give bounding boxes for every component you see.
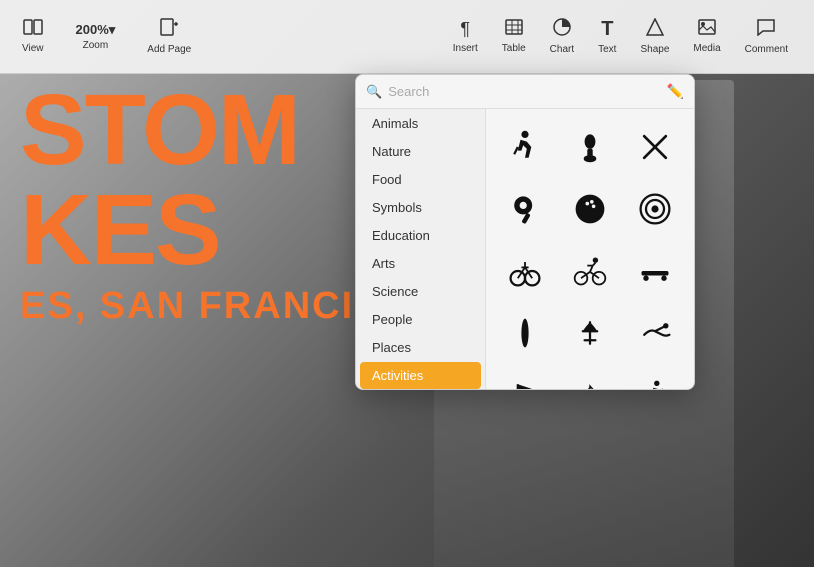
- text-label: Text: [598, 44, 616, 55]
- category-item-arts[interactable]: Arts: [360, 250, 481, 277]
- category-item-nature[interactable]: Nature: [360, 138, 481, 165]
- icon-ping-pong[interactable]: [494, 179, 557, 239]
- shape-label: Shape: [640, 44, 669, 55]
- chart-label: Chart: [550, 44, 574, 55]
- category-item-places[interactable]: Places: [360, 334, 481, 361]
- popup-body: AnimalsNatureFoodSymbolsEducationArtsSci…: [356, 109, 694, 389]
- zoom-button[interactable]: 200%▾ Zoom: [70, 18, 122, 55]
- media-button[interactable]: Media: [683, 15, 730, 58]
- zoom-label: Zoom: [83, 40, 109, 51]
- popup-search-bar: 🔍 ✏️: [356, 75, 694, 109]
- category-item-symbols[interactable]: Symbols: [360, 194, 481, 221]
- shape-icon: [646, 18, 664, 41]
- media-icon: [698, 19, 716, 40]
- toolbar-left: View 200%▾ Zoom Add Page: [16, 14, 197, 59]
- icon-skateboard[interactable]: [623, 241, 686, 301]
- icon-cycling-figure[interactable]: [559, 241, 622, 301]
- text-icon: T: [601, 18, 613, 41]
- icon-bicycle[interactable]: [494, 241, 557, 301]
- view-label: View: [22, 43, 44, 54]
- search-icon: 🔍: [366, 84, 382, 100]
- insert-button[interactable]: ¶ Insert: [443, 15, 488, 58]
- icon-bowling-ball[interactable]: [559, 179, 622, 239]
- icon-surfboard[interactable]: [494, 303, 557, 363]
- icon-crossed[interactable]: [623, 117, 686, 177]
- media-label: Media: [693, 43, 720, 54]
- pencil-icon[interactable]: ✏️: [667, 83, 684, 100]
- add-page-icon: [159, 18, 179, 41]
- shape-picker-popup: 🔍 ✏️ AnimalsNatureFoodSymbolsEducationAr…: [355, 74, 695, 390]
- insert-icon: ¶: [460, 19, 470, 40]
- category-item-education[interactable]: Education: [360, 222, 481, 249]
- icon-hiking[interactable]: [623, 365, 686, 389]
- toolbar: View 200%▾ Zoom Add Page ¶ Insert: [0, 0, 814, 74]
- icon-target[interactable]: [623, 179, 686, 239]
- category-item-food[interactable]: Food: [360, 166, 481, 193]
- zoom-value: 200%▾: [76, 22, 116, 38]
- icon-sailboat[interactable]: [559, 365, 622, 389]
- search-input[interactable]: [388, 84, 660, 99]
- icon-running[interactable]: [494, 117, 557, 177]
- shape-button[interactable]: Shape: [630, 14, 679, 59]
- comment-button[interactable]: Comment: [735, 15, 798, 59]
- view-button[interactable]: View: [16, 15, 50, 58]
- chart-icon: [553, 18, 571, 41]
- text-button[interactable]: T Text: [588, 14, 626, 59]
- chart-button[interactable]: Chart: [540, 14, 584, 59]
- add-page-label: Add Page: [147, 44, 191, 55]
- table-button[interactable]: Table: [492, 15, 536, 58]
- table-icon: [505, 19, 523, 40]
- category-list: AnimalsNatureFoodSymbolsEducationArtsSci…: [356, 109, 486, 389]
- icon-swimming[interactable]: [623, 303, 686, 363]
- toolbar-right: ¶ Insert Table Chart: [443, 14, 798, 59]
- icon-flag[interactable]: [494, 365, 557, 389]
- insert-label: Insert: [453, 43, 478, 54]
- category-item-science[interactable]: Science: [360, 278, 481, 305]
- view-icon: [23, 19, 43, 40]
- add-page-button[interactable]: Add Page: [141, 14, 197, 59]
- icon-airplane-small[interactable]: [559, 303, 622, 363]
- category-item-activities[interactable]: Activities: [360, 362, 481, 389]
- icons-grid: [486, 109, 694, 389]
- comment-label: Comment: [745, 44, 788, 55]
- category-item-animals[interactable]: Animals: [360, 110, 481, 137]
- table-label: Table: [502, 43, 526, 54]
- icon-bowling-pin[interactable]: [559, 117, 622, 177]
- category-item-people[interactable]: People: [360, 306, 481, 333]
- comment-icon: [757, 19, 775, 41]
